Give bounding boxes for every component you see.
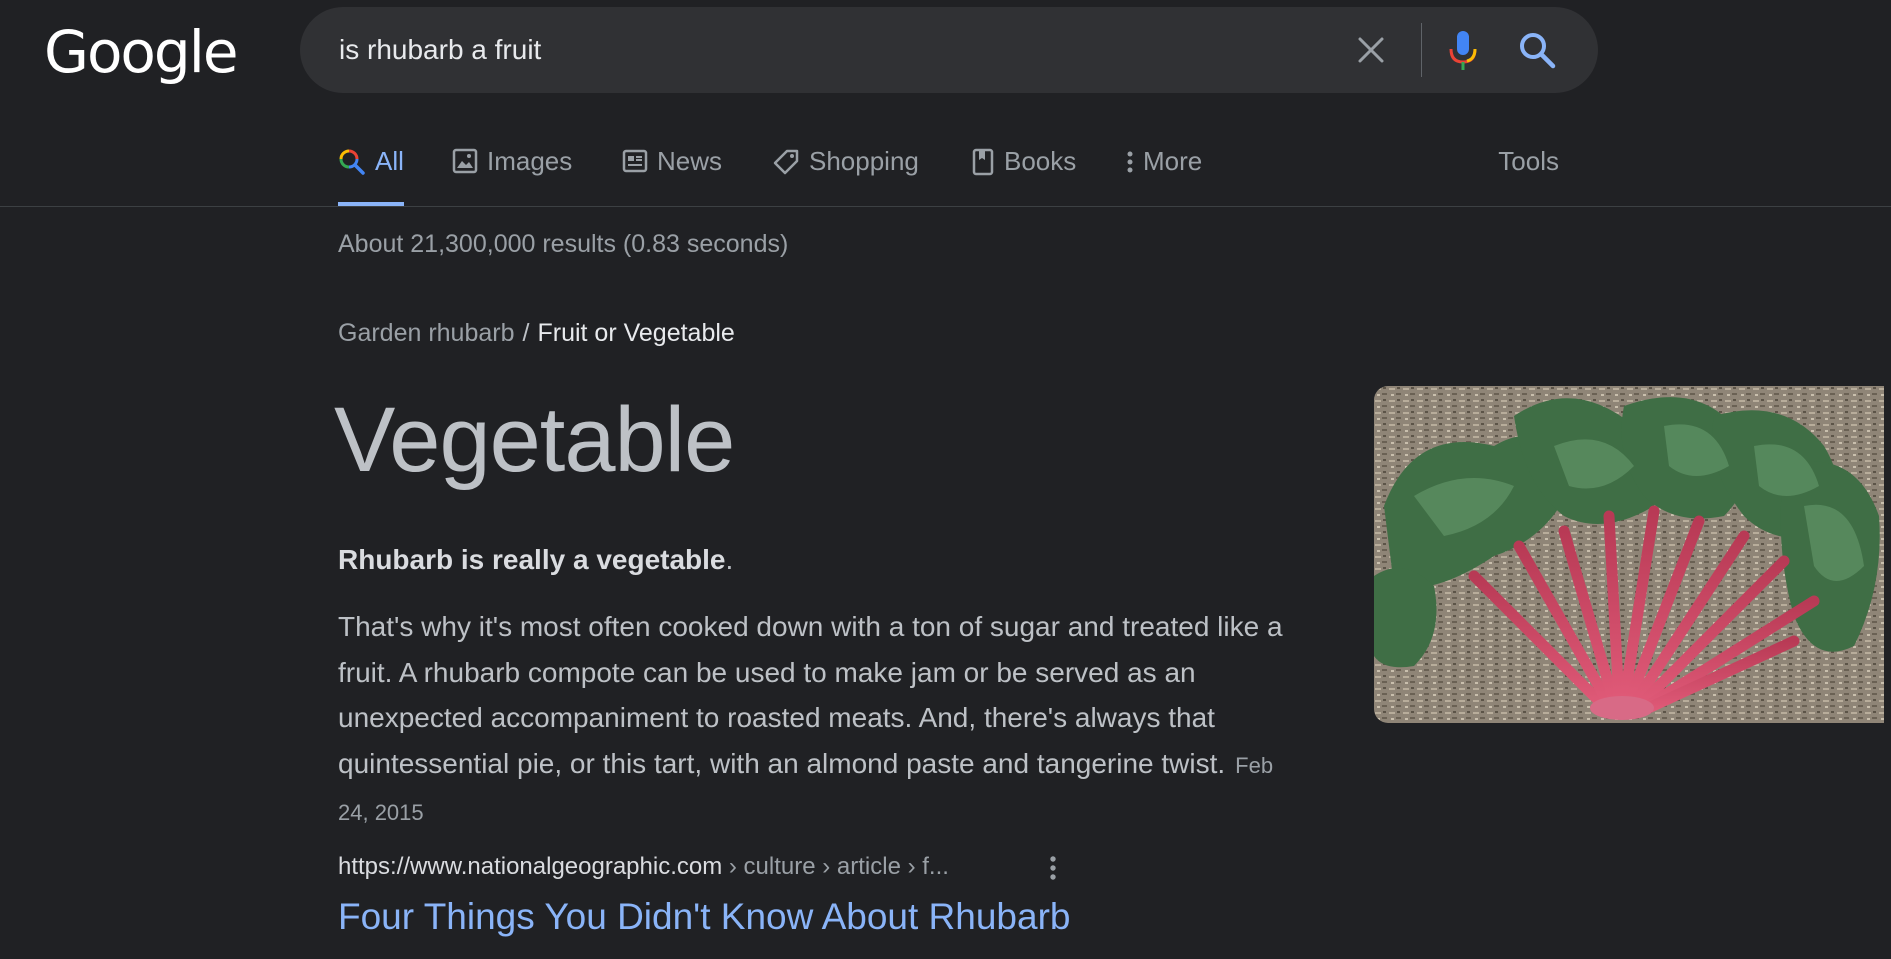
- tab-all[interactable]: All: [338, 130, 404, 207]
- breadcrumb: Garden rhubarb / Fruit or Vegetable: [338, 319, 735, 348]
- result-stats: About 21,300,000 results (0.83 seconds): [338, 230, 789, 258]
- tab-shopping[interactable]: Shopping: [772, 130, 919, 207]
- tag-icon: [773, 149, 799, 175]
- tab-label: All: [375, 146, 404, 176]
- breadcrumb-parent[interactable]: Garden rhubarb: [338, 319, 515, 347]
- snippet-text: That's why it's most often cooked down w…: [338, 604, 1308, 836]
- search-icon[interactable]: [1518, 31, 1556, 69]
- answer-lead-bold: Rhubarb is really a vegetable: [338, 544, 726, 575]
- tab-more[interactable]: More: [1126, 130, 1202, 207]
- result-path: › culture › article › f...: [722, 853, 949, 880]
- tabs-divider: [0, 206, 1891, 207]
- more-options-icon[interactable]: [1043, 852, 1063, 884]
- tab-images[interactable]: Images: [452, 130, 572, 207]
- featured-answer: Vegetable: [334, 389, 735, 491]
- news-icon: [622, 149, 648, 173]
- answer-lead-end: .: [725, 544, 734, 575]
- answer-lead: Rhubarb is really a vegetable.: [338, 544, 733, 576]
- search-input[interactable]: [339, 7, 1299, 93]
- result-title-link[interactable]: Four Things You Didn't Know About Rhubar…: [338, 896, 1070, 938]
- tools-button[interactable]: Tools: [1498, 146, 1559, 177]
- image-icon: [452, 148, 478, 174]
- result-domain: https://www.nationalgeographic.com: [338, 853, 723, 880]
- search-icon: [339, 149, 365, 175]
- tab-label: News: [657, 146, 723, 176]
- search-results-page: Google All: [0, 0, 1891, 959]
- tab-books[interactable]: Books: [971, 130, 1076, 207]
- book-icon: [972, 148, 994, 176]
- tab-news[interactable]: News: [622, 130, 722, 207]
- tab-label: Books: [1004, 146, 1077, 176]
- rhubarb-image[interactable]: [1374, 386, 1884, 723]
- tab-label: Shopping: [809, 146, 919, 176]
- rhubarb-illustration: [1374, 386, 1884, 723]
- search-box-divider: [1421, 23, 1422, 77]
- breadcrumb-separator: /: [522, 319, 530, 347]
- tab-label: Images: [487, 146, 573, 176]
- tab-label: More: [1143, 146, 1203, 176]
- close-icon[interactable]: [1356, 35, 1386, 65]
- google-logo[interactable]: Google: [44, 16, 239, 88]
- snippet-body: That's why it's most often cooked down w…: [338, 611, 1283, 779]
- microphone-icon[interactable]: [1446, 29, 1480, 73]
- more-vertical-icon: [1127, 151, 1133, 173]
- search-box[interactable]: [300, 7, 1598, 93]
- result-url[interactable]: https://www.nationalgeographic.com › cul…: [338, 853, 1078, 881]
- search-tabs: All Images News Shopping Books More Tool…: [0, 130, 1891, 207]
- breadcrumb-current: Fruit or Vegetable: [537, 319, 735, 347]
